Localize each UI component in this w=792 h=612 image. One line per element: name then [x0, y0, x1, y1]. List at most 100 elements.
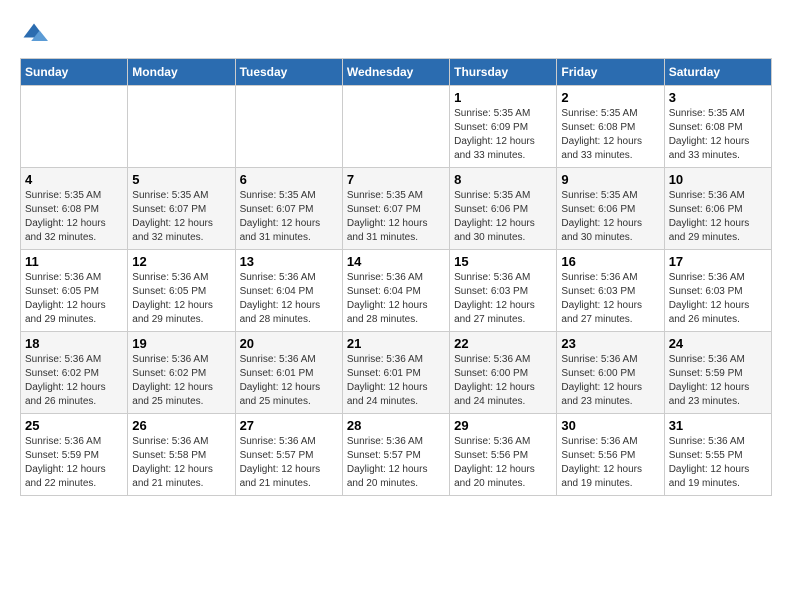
calendar-cell: [235, 86, 342, 168]
day-number: 8: [454, 172, 552, 187]
calendar-cell: 8 Sunrise: 5:35 AM Sunset: 6:06 PM Daylig…: [450, 168, 557, 250]
day-number: 17: [669, 254, 767, 269]
day-info: Sunrise: 5:36 AM Sunset: 5:59 PM Dayligh…: [25, 435, 123, 491]
calendar-cell: 21 Sunrise: 5:36 AM Sunset: 6:01 PM Dayli…: [342, 332, 449, 414]
day-number: 12: [132, 254, 230, 269]
day-number: 20: [240, 336, 338, 351]
day-number: 27: [240, 418, 338, 433]
day-info: Sunrise: 5:36 AM Sunset: 6:04 PM Dayligh…: [347, 271, 445, 327]
calendar-cell: 29 Sunrise: 5:36 AM Sunset: 5:56 PM Dayli…: [450, 414, 557, 496]
calendar-cell: 1Sunrise: 5:35 AM Sunset: 6:09 PM Daylig…: [450, 86, 557, 168]
calendar-week-3: 11 Sunrise: 5:36 AM Sunset: 6:05 PM Dayli…: [21, 250, 772, 332]
calendar-cell: 30Sunrise: 5:36 AM Sunset: 5:56 PM Dayli…: [557, 414, 664, 496]
calendar-cell: 13 Sunrise: 5:36 AM Sunset: 6:04 PM Dayli…: [235, 250, 342, 332]
day-info: Sunrise: 5:35 AM Sunset: 6:07 PM Dayligh…: [240, 189, 338, 245]
calendar-cell: 5 Sunrise: 5:35 AM Sunset: 6:07 PM Daylig…: [128, 168, 235, 250]
day-info: Sunrise: 5:36 AM Sunset: 6:06 PM Dayligh…: [669, 189, 767, 245]
column-header-friday: Friday: [557, 59, 664, 86]
calendar-cell: 9 Sunrise: 5:35 AM Sunset: 6:06 PM Daylig…: [557, 168, 664, 250]
column-header-saturday: Saturday: [664, 59, 771, 86]
day-info: Sunrise: 5:36 AM Sunset: 6:01 PM Dayligh…: [347, 353, 445, 409]
calendar-header-row: SundayMondayTuesdayWednesdayThursdayFrid…: [21, 59, 772, 86]
day-number: 18: [25, 336, 123, 351]
day-info: Sunrise: 5:35 AM Sunset: 6:08 PM Dayligh…: [25, 189, 123, 245]
day-info: Sunrise: 5:36 AM Sunset: 6:02 PM Dayligh…: [132, 353, 230, 409]
day-info: Sunrise: 5:35 AM Sunset: 6:08 PM Dayligh…: [669, 107, 767, 163]
calendar-cell: [128, 86, 235, 168]
calendar-table: SundayMondayTuesdayWednesdayThursdayFrid…: [20, 58, 772, 496]
calendar-week-5: 25 Sunrise: 5:36 AM Sunset: 5:59 PM Dayli…: [21, 414, 772, 496]
day-number: 7: [347, 172, 445, 187]
day-number: 4: [25, 172, 123, 187]
column-header-sunday: Sunday: [21, 59, 128, 86]
day-info: Sunrise: 5:36 AM Sunset: 6:05 PM Dayligh…: [25, 271, 123, 327]
calendar-cell: 25 Sunrise: 5:36 AM Sunset: 5:59 PM Dayli…: [21, 414, 128, 496]
day-info: Sunrise: 5:36 AM Sunset: 5:57 PM Dayligh…: [240, 435, 338, 491]
calendar-cell: 24 Sunrise: 5:36 AM Sunset: 5:59 PM Dayli…: [664, 332, 771, 414]
calendar-cell: [21, 86, 128, 168]
calendar-week-1: 1Sunrise: 5:35 AM Sunset: 6:09 PM Daylig…: [21, 86, 772, 168]
calendar-cell: 28 Sunrise: 5:36 AM Sunset: 5:57 PM Dayli…: [342, 414, 449, 496]
day-number: 22: [454, 336, 552, 351]
day-info: Sunrise: 5:36 AM Sunset: 6:00 PM Dayligh…: [454, 353, 552, 409]
day-info: Sunrise: 5:35 AM Sunset: 6:07 PM Dayligh…: [347, 189, 445, 245]
day-number: 26: [132, 418, 230, 433]
calendar-cell: 7 Sunrise: 5:35 AM Sunset: 6:07 PM Daylig…: [342, 168, 449, 250]
day-number: 5: [132, 172, 230, 187]
day-number: 25: [25, 418, 123, 433]
day-info: Sunrise: 5:36 AM Sunset: 6:01 PM Dayligh…: [240, 353, 338, 409]
calendar-cell: 16 Sunrise: 5:36 AM Sunset: 6:03 PM Dayli…: [557, 250, 664, 332]
day-info: Sunrise: 5:36 AM Sunset: 6:03 PM Dayligh…: [454, 271, 552, 327]
calendar-cell: 12 Sunrise: 5:36 AM Sunset: 6:05 PM Dayli…: [128, 250, 235, 332]
calendar-week-2: 4 Sunrise: 5:35 AM Sunset: 6:08 PM Daylig…: [21, 168, 772, 250]
day-info: Sunrise: 5:35 AM Sunset: 6:08 PM Dayligh…: [561, 107, 659, 163]
calendar-cell: [342, 86, 449, 168]
day-number: 28: [347, 418, 445, 433]
day-number: 21: [347, 336, 445, 351]
day-info: Sunrise: 5:36 AM Sunset: 6:00 PM Dayligh…: [561, 353, 659, 409]
day-number: 16: [561, 254, 659, 269]
calendar-cell: 10 Sunrise: 5:36 AM Sunset: 6:06 PM Dayli…: [664, 168, 771, 250]
day-info: Sunrise: 5:36 AM Sunset: 6:03 PM Dayligh…: [669, 271, 767, 327]
column-header-monday: Monday: [128, 59, 235, 86]
column-header-wednesday: Wednesday: [342, 59, 449, 86]
day-number: 23: [561, 336, 659, 351]
column-header-thursday: Thursday: [450, 59, 557, 86]
day-number: 13: [240, 254, 338, 269]
day-info: Sunrise: 5:35 AM Sunset: 6:06 PM Dayligh…: [561, 189, 659, 245]
day-info: Sunrise: 5:35 AM Sunset: 6:07 PM Dayligh…: [132, 189, 230, 245]
calendar-cell: 14 Sunrise: 5:36 AM Sunset: 6:04 PM Dayli…: [342, 250, 449, 332]
day-number: 31: [669, 418, 767, 433]
day-info: Sunrise: 5:36 AM Sunset: 5:56 PM Dayligh…: [561, 435, 659, 491]
page-header: [20, 20, 772, 48]
day-number: 24: [669, 336, 767, 351]
logo: [20, 20, 52, 48]
calendar-cell: 26 Sunrise: 5:36 AM Sunset: 5:58 PM Dayli…: [128, 414, 235, 496]
day-number: 19: [132, 336, 230, 351]
day-number: 2: [561, 90, 659, 105]
day-info: Sunrise: 5:35 AM Sunset: 6:06 PM Dayligh…: [454, 189, 552, 245]
calendar-week-4: 18 Sunrise: 5:36 AM Sunset: 6:02 PM Dayli…: [21, 332, 772, 414]
day-info: Sunrise: 5:35 AM Sunset: 6:09 PM Dayligh…: [454, 107, 552, 163]
calendar-cell: 4 Sunrise: 5:35 AM Sunset: 6:08 PM Daylig…: [21, 168, 128, 250]
column-header-tuesday: Tuesday: [235, 59, 342, 86]
calendar-cell: 17 Sunrise: 5:36 AM Sunset: 6:03 PM Dayli…: [664, 250, 771, 332]
day-info: Sunrise: 5:36 AM Sunset: 6:04 PM Dayligh…: [240, 271, 338, 327]
day-number: 9: [561, 172, 659, 187]
day-info: Sunrise: 5:36 AM Sunset: 6:05 PM Dayligh…: [132, 271, 230, 327]
day-number: 29: [454, 418, 552, 433]
day-info: Sunrise: 5:36 AM Sunset: 5:56 PM Dayligh…: [454, 435, 552, 491]
day-info: Sunrise: 5:36 AM Sunset: 6:03 PM Dayligh…: [561, 271, 659, 327]
calendar-cell: 11 Sunrise: 5:36 AM Sunset: 6:05 PM Dayli…: [21, 250, 128, 332]
day-info: Sunrise: 5:36 AM Sunset: 5:58 PM Dayligh…: [132, 435, 230, 491]
day-info: Sunrise: 5:36 AM Sunset: 5:59 PM Dayligh…: [669, 353, 767, 409]
calendar-cell: 23 Sunrise: 5:36 AM Sunset: 6:00 PM Dayli…: [557, 332, 664, 414]
calendar-cell: 3Sunrise: 5:35 AM Sunset: 6:08 PM Daylig…: [664, 86, 771, 168]
day-number: 6: [240, 172, 338, 187]
day-number: 10: [669, 172, 767, 187]
day-number: 14: [347, 254, 445, 269]
day-number: 11: [25, 254, 123, 269]
day-info: Sunrise: 5:36 AM Sunset: 5:55 PM Dayligh…: [669, 435, 767, 491]
day-info: Sunrise: 5:36 AM Sunset: 5:57 PM Dayligh…: [347, 435, 445, 491]
calendar-cell: 20 Sunrise: 5:36 AM Sunset: 6:01 PM Dayli…: [235, 332, 342, 414]
